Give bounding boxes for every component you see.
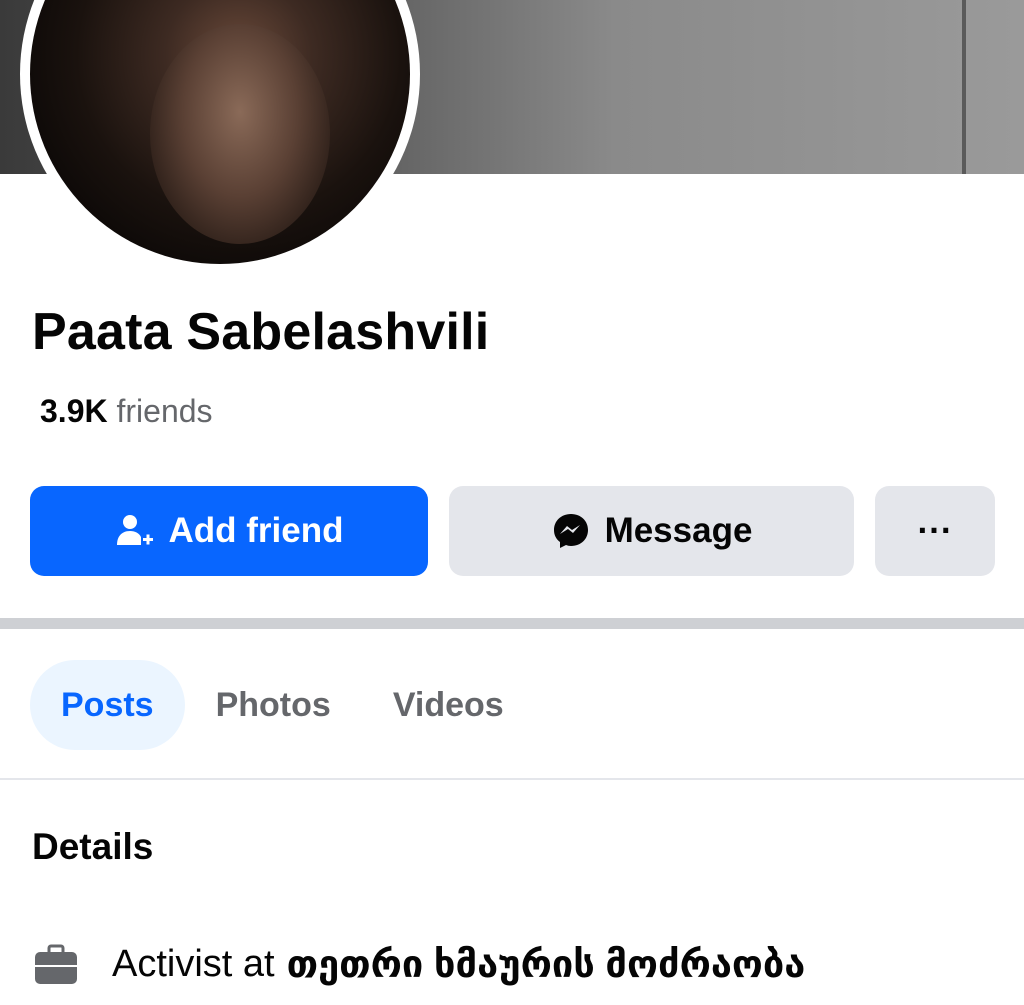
work-prefix: Activist at	[112, 942, 275, 985]
friends-count-number: 3.9K	[40, 393, 108, 429]
friends-count-label: friends	[116, 393, 213, 429]
profile-tabs: Posts Photos Videos	[30, 660, 535, 750]
briefcase-icon	[32, 940, 80, 988]
tab-photos[interactable]: Photos	[185, 660, 362, 750]
detail-work[interactable]: Activist at თეთრი ხმაურის მოძრაობა	[32, 940, 805, 988]
more-options-button[interactable]: ···	[875, 486, 995, 576]
more-dots-icon: ···	[917, 511, 953, 550]
message-button[interactable]: Message	[449, 486, 854, 576]
profile-picture[interactable]	[20, 0, 420, 274]
avatar	[30, 0, 410, 264]
section-divider	[0, 618, 1024, 629]
friends-count[interactable]: 3.9K friends	[40, 393, 213, 430]
avatar-face	[150, 24, 330, 244]
person-add-icon	[115, 511, 155, 551]
add-friend-label: Add friend	[168, 511, 344, 550]
work-organization[interactable]: თეთრი ხმაურის მოძრაობა	[287, 942, 806, 987]
tab-videos[interactable]: Videos	[362, 660, 535, 750]
message-label: Message	[604, 511, 753, 550]
add-friend-button[interactable]: Add friend	[30, 486, 428, 576]
profile-name: Paata Sabelashvili	[32, 303, 490, 361]
tabs-divider	[0, 778, 1024, 780]
tab-posts[interactable]: Posts	[30, 660, 185, 750]
details-heading: Details	[32, 826, 154, 867]
messenger-icon	[551, 511, 591, 551]
